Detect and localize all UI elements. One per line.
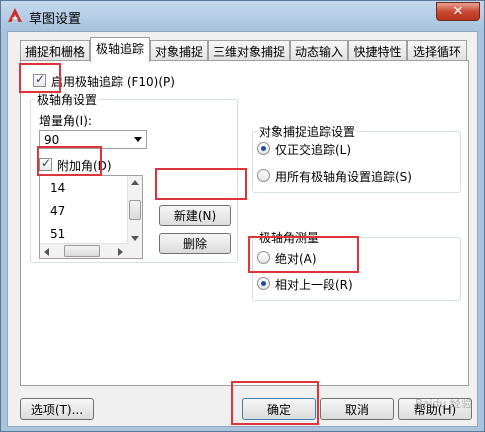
increment-angle-label: 增量角(I): <box>39 114 92 128</box>
polar-angle-group-label: 极轴角设置 <box>35 91 100 108</box>
polar-tracking-panel: ✓ 启用极轴追踪 (F10)(P) 极轴角设置 增量角(I): 90 ✓ 附加角… <box>20 60 469 386</box>
horizontal-scroll-thumb[interactable] <box>64 245 100 257</box>
relative-last-segment-radio[interactable] <box>257 277 270 290</box>
scroll-right-icon[interactable] <box>118 248 123 256</box>
scroll-up-icon[interactable] <box>131 180 139 185</box>
tab-dynamic-input[interactable]: 动态输入 <box>290 40 348 60</box>
scroll-down-icon[interactable] <box>131 236 139 241</box>
dialog-client: 捕捉和栅格 极轴追踪 对象捕捉 三维对象捕捉 动态输入 快捷特性 选择循环 ✓ … <box>7 31 478 427</box>
annotation-highlight <box>248 236 359 273</box>
radio-selected-dot <box>261 281 266 286</box>
tab-quick-properties[interactable]: 快捷特性 <box>348 40 407 60</box>
delete-angle-button[interactable]: 删除 <box>159 233 231 254</box>
list-item[interactable]: 47 <box>50 204 65 218</box>
chevron-down-icon <box>134 137 142 142</box>
annotation-highlight <box>155 168 247 200</box>
radio-selected-dot <box>261 146 266 151</box>
title-bar[interactable]: 草图设置 ✕ <box>1 1 484 31</box>
list-item[interactable]: 51 <box>50 227 65 241</box>
window-title: 草图设置 <box>29 12 82 27</box>
horizontal-scrollbar[interactable] <box>40 243 128 258</box>
all-polar-angles-label: 用所有极轴角设置追踪(S) <box>275 170 412 184</box>
tab-object-snap[interactable]: 对象捕捉 <box>150 40 208 60</box>
tab-3d-object-snap[interactable]: 三维对象捕捉 <box>208 40 290 60</box>
close-icon: ✕ <box>452 4 464 19</box>
vertical-scrollbar[interactable] <box>127 176 142 258</box>
annotation-highlight <box>19 63 61 93</box>
annotation-highlight <box>37 146 102 176</box>
cancel-button[interactable]: 取消 <box>320 398 394 420</box>
list-item[interactable]: 14 <box>50 181 65 195</box>
tab-snap-grid[interactable]: 捕捉和栅格 <box>20 40 90 60</box>
increment-angle-value: 90 <box>44 133 60 147</box>
new-angle-button[interactable]: 新建(N) <box>159 205 231 226</box>
watermark-text: Baidu 经验 <box>415 397 472 410</box>
tab-selection-cycling[interactable]: 选择循环 <box>407 40 467 60</box>
close-button[interactable]: ✕ <box>436 2 480 21</box>
object-snap-tracking-group-label: 对象捕捉追踪设置 <box>257 123 358 140</box>
enable-polar-label: 启用极轴追踪 (F10)(P) <box>51 75 175 89</box>
dialog-window: 草图设置 ✕ 捕捉和栅格 极轴追踪 对象捕捉 三维对象捕捉 动态输入 快捷特性 … <box>0 0 485 432</box>
orthogonal-only-label: 仅正交追踪(L) <box>275 143 352 157</box>
relative-last-segment-label: 相对上一段(R) <box>275 278 353 292</box>
autocad-logo-icon <box>8 8 22 22</box>
vertical-scroll-thumb[interactable] <box>129 200 141 220</box>
options-button[interactable]: 选项(T)... <box>20 398 94 420</box>
scroll-left-icon[interactable] <box>44 248 49 256</box>
additional-angles-list[interactable]: 14 47 51 <box>39 175 143 259</box>
tab-polar-tracking[interactable]: 极轴追踪 <box>90 37 150 62</box>
orthogonal-only-radio[interactable] <box>257 142 270 155</box>
all-polar-angles-radio[interactable] <box>257 169 270 182</box>
annotation-highlight <box>231 381 319 425</box>
